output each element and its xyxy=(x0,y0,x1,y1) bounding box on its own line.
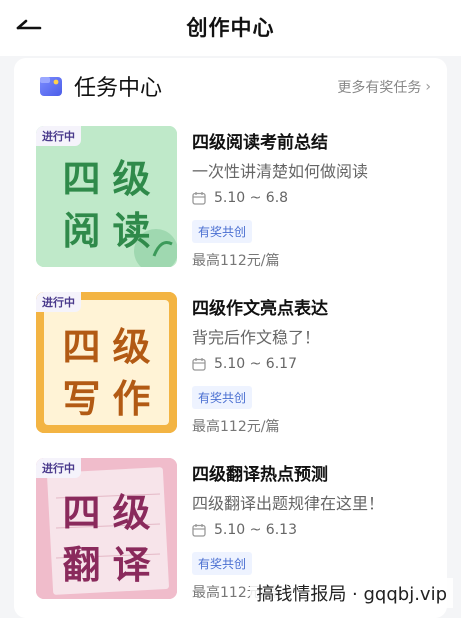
task-date: 5.10 ~ 6.17 xyxy=(192,356,297,372)
thumbnail-text: 四级 xyxy=(62,491,163,535)
status-tag: 进行中 xyxy=(36,126,81,146)
thumbnail-text: 四级 xyxy=(62,157,163,201)
calendar-icon xyxy=(192,524,206,537)
thumbnail-text: 阅读 xyxy=(62,209,163,253)
task-subtitle: 背完后作文稳了！ xyxy=(192,328,321,347)
chevron-right-icon: › xyxy=(425,79,431,95)
task-item[interactable]: 进行中 四级 写作 四级作文亮点表达 背完后作文稳了！ 5.10 ~ 6.17 … xyxy=(14,282,447,435)
task-date-text: 5.10 ~ 6.13 xyxy=(214,522,297,538)
top-bar: 创作中心 xyxy=(0,0,461,56)
thumbnail-text: 四级 xyxy=(62,325,163,369)
task-date-text: 5.10 ~ 6.8 xyxy=(214,190,289,206)
task-title: 四级作文亮点表达 xyxy=(192,299,328,319)
reward-badge: 有奖共创 xyxy=(192,386,253,409)
task-price: 最高112元/篇 xyxy=(192,253,280,269)
more-tasks-label: 更多有奖任务 xyxy=(337,80,422,96)
task-date-text: 5.10 ~ 6.17 xyxy=(214,356,297,372)
calendar-icon xyxy=(192,192,206,205)
task-thumbnail: 进行中 四级 翻译 xyxy=(36,458,177,599)
page-title: 创作中心 xyxy=(186,16,275,40)
task-title: 四级阅读考前总结 xyxy=(192,133,328,153)
task-item[interactable]: 进行中 四级 翻译 四级翻译热点预测 四级翻译出题规律在这里！ 5.10 ~ 6… xyxy=(14,448,447,601)
task-thumbnail: 进行中 四级 写作 xyxy=(36,292,177,433)
status-tag: 进行中 xyxy=(36,458,81,478)
thumbnail-text: 写作 xyxy=(62,377,163,421)
task-date: 5.10 ~ 6.13 xyxy=(192,522,297,538)
thumbnail-text: 翻译 xyxy=(62,543,163,587)
task-subtitle: 四级翻译出题规律在这里！ xyxy=(192,494,385,513)
task-center-card: 任务中心 更多有奖任务 › 进行中 四级 阅读 四级阅读考前总结 一次性讲清楚如… xyxy=(14,58,447,618)
reward-badge: 有奖共创 xyxy=(192,552,253,575)
folder-icon xyxy=(39,74,63,98)
calendar-icon xyxy=(192,358,206,371)
task-title: 四级翻译热点预测 xyxy=(192,465,328,485)
watermark: 搞钱情报局 · gqqbj.vip xyxy=(250,578,453,608)
section-title: 任务中心 xyxy=(74,76,163,101)
task-price: 最高112元/篇 xyxy=(192,419,280,435)
status-tag: 进行中 xyxy=(36,292,81,312)
task-thumbnail: 进行中 四级 阅读 xyxy=(36,126,177,267)
task-date: 5.10 ~ 6.8 xyxy=(192,190,288,206)
more-tasks-link[interactable]: 更多有奖任务 › xyxy=(337,77,431,97)
task-subtitle: 一次性讲清楚如何做阅读 xyxy=(192,162,369,181)
reward-badge: 有奖共创 xyxy=(192,220,253,243)
task-item[interactable]: 进行中 四级 阅读 四级阅读考前总结 一次性讲清楚如何做阅读 5.10 ~ 6.… xyxy=(14,116,447,269)
